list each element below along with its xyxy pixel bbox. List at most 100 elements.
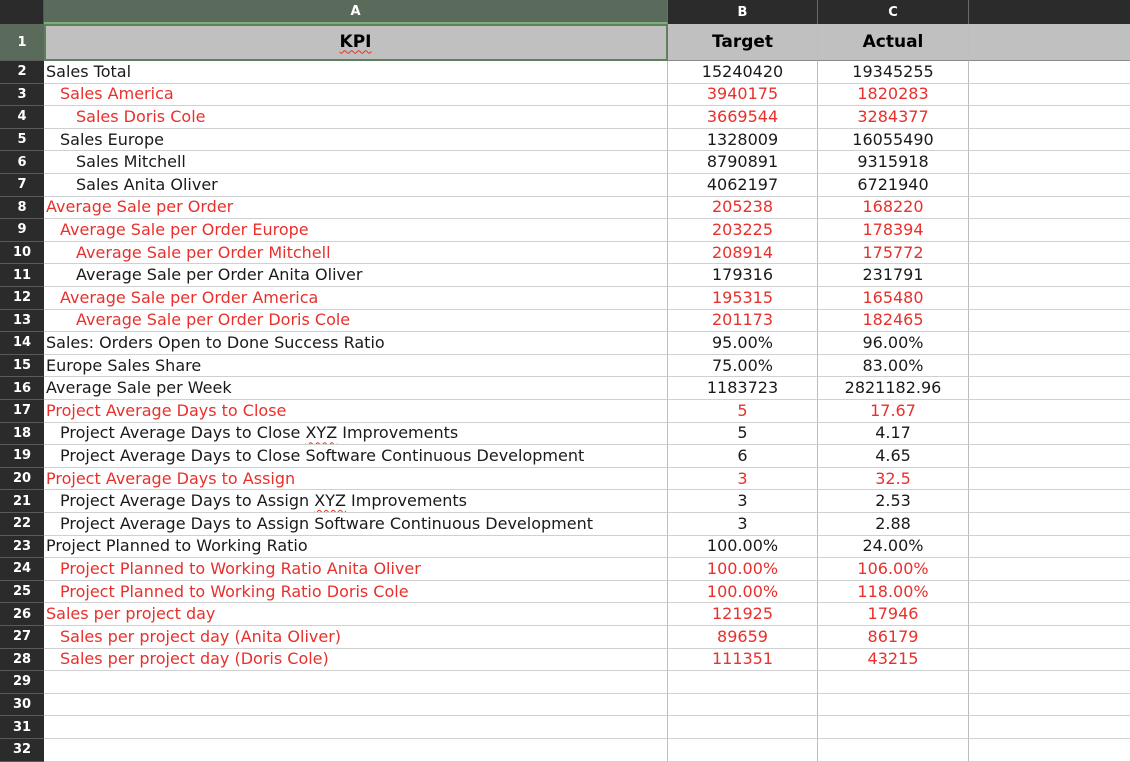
cell-c30[interactable] [818, 693, 969, 717]
row-header-16[interactable]: 16 [0, 377, 44, 400]
cell-a13[interactable]: Average Sale per Order Doris Cole [44, 309, 668, 333]
cell-d28[interactable] [969, 649, 1130, 672]
row-header-15[interactable]: 15 [0, 354, 44, 378]
row-header-31[interactable]: 31 [0, 716, 44, 739]
cell-b11[interactable]: 179316 [668, 264, 818, 287]
cell-a31[interactable] [44, 716, 668, 739]
cell-a20[interactable]: Project Average Days to Assign [44, 467, 668, 491]
row-header-4[interactable]: 4 [0, 106, 44, 129]
cell-b13[interactable]: 201173 [668, 309, 818, 333]
cell-b27[interactable]: 89659 [668, 626, 818, 649]
cell-a6[interactable]: Sales Mitchell [44, 151, 668, 174]
cell-c28[interactable]: 43215 [818, 648, 969, 672]
cell-b25[interactable]: 100.00% [668, 580, 818, 604]
cell-d29[interactable] [969, 671, 1130, 694]
cell-d21[interactable] [969, 490, 1130, 513]
cell-d17[interactable] [969, 400, 1130, 423]
cell-d14[interactable] [969, 332, 1130, 355]
cell-c26[interactable]: 17946 [818, 603, 969, 626]
cell-c13[interactable]: 182465 [818, 309, 969, 333]
row-header-20[interactable]: 20 [0, 467, 44, 491]
cell-a9[interactable]: Average Sale per Order Europe [44, 219, 668, 242]
cell-a16[interactable]: Average Sale per Week [44, 377, 668, 400]
cell-c17[interactable]: 17.67 [818, 400, 969, 423]
cell-b12[interactable]: 195315 [668, 287, 818, 310]
cell-d18[interactable] [969, 423, 1130, 446]
cell-d15[interactable] [969, 355, 1130, 378]
cell-d23[interactable] [969, 536, 1130, 559]
row-header-5[interactable]: 5 [0, 128, 44, 152]
cell-a7[interactable]: Sales Anita Oliver [44, 174, 668, 197]
cell-b24[interactable]: 100.00% [668, 558, 818, 581]
cell-d27[interactable] [969, 626, 1130, 649]
cell-c19[interactable]: 4.65 [818, 445, 969, 468]
cell-c9[interactable]: 178394 [818, 219, 969, 242]
row-header-29[interactable]: 29 [0, 671, 44, 694]
cell-d22[interactable] [969, 513, 1130, 536]
cell-c29[interactable] [818, 671, 969, 694]
cell-d4[interactable] [969, 106, 1130, 129]
cell-b18[interactable]: 5 [668, 422, 818, 446]
cell-d12[interactable] [969, 287, 1130, 310]
cell-b1[interactable]: Target [668, 24, 818, 61]
row-header-10[interactable]: 10 [0, 241, 44, 265]
cell-b10[interactable]: 208914 [668, 241, 818, 265]
cell-d8[interactable] [969, 197, 1130, 220]
cell-c23[interactable]: 24.00% [818, 535, 969, 559]
cell-a32[interactable] [44, 739, 668, 762]
row-header-7[interactable]: 7 [0, 174, 44, 197]
column-header-d[interactable] [969, 0, 1130, 24]
cell-a29[interactable] [44, 671, 668, 694]
cell-a14[interactable]: Sales: Orders Open to Done Success Ratio [44, 332, 668, 355]
cell-d31[interactable] [969, 716, 1130, 739]
row-header-8[interactable]: 8 [0, 196, 44, 220]
cell-d16[interactable] [969, 377, 1130, 400]
cell-d30[interactable] [969, 694, 1130, 717]
cell-a23[interactable]: Project Planned to Working Ratio [44, 535, 668, 559]
cell-c22[interactable]: 2.88 [818, 513, 969, 536]
cell-a12[interactable]: Average Sale per Order America [44, 287, 668, 310]
cell-b8[interactable]: 205238 [668, 196, 818, 220]
cell-a25[interactable]: Project Planned to Working Ratio Doris C… [44, 580, 668, 604]
row-header-19[interactable]: 19 [0, 445, 44, 468]
cell-c27[interactable]: 86179 [818, 626, 969, 649]
cell-d9[interactable] [969, 219, 1130, 242]
column-header-b[interactable]: B [668, 0, 818, 24]
cell-d6[interactable] [969, 151, 1130, 174]
cell-c25[interactable]: 118.00% [818, 580, 969, 604]
row-header-24[interactable]: 24 [0, 558, 44, 581]
row-header-22[interactable]: 22 [0, 513, 44, 536]
select-all-corner[interactable] [0, 0, 44, 24]
cell-b30[interactable] [668, 693, 818, 717]
cell-c1[interactable]: Actual [818, 24, 969, 61]
cell-c12[interactable]: 165480 [818, 287, 969, 310]
cell-b23[interactable]: 100.00% [668, 535, 818, 559]
row-header-17[interactable]: 17 [0, 400, 44, 423]
cell-c6[interactable]: 9315918 [818, 151, 969, 174]
row-header-32[interactable]: 32 [0, 739, 44, 762]
row-header-12[interactable]: 12 [0, 287, 44, 310]
cell-d5[interactable] [969, 129, 1130, 152]
cell-c15[interactable]: 83.00% [818, 354, 969, 378]
cell-b19[interactable]: 6 [668, 445, 818, 468]
column-header-a[interactable]: A [44, 0, 668, 24]
cell-a10[interactable]: Average Sale per Order Mitchell [44, 241, 668, 265]
cell-b28[interactable]: 111351 [668, 648, 818, 672]
cell-b2[interactable]: 15240420 [668, 61, 818, 84]
cell-a5[interactable]: Sales Europe [44, 128, 668, 152]
cell-b29[interactable] [668, 671, 818, 694]
cell-b31[interactable] [668, 716, 818, 739]
cell-c10[interactable]: 175772 [818, 241, 969, 265]
cell-b32[interactable] [668, 739, 818, 762]
row-header-9[interactable]: 9 [0, 219, 44, 242]
cell-c4[interactable]: 3284377 [818, 106, 969, 129]
row-header-25[interactable]: 25 [0, 580, 44, 604]
cell-a26[interactable]: Sales per project day [44, 603, 668, 626]
cell-b14[interactable]: 95.00% [668, 332, 818, 355]
cell-d25[interactable] [969, 581, 1130, 604]
cell-a22[interactable]: Project Average Days to Assign Software … [44, 513, 668, 536]
cell-c5[interactable]: 16055490 [818, 128, 969, 152]
row-header-6[interactable]: 6 [0, 151, 44, 174]
cell-c16[interactable]: 2821182.96 [818, 377, 969, 400]
cell-b21[interactable]: 3 [668, 490, 818, 513]
